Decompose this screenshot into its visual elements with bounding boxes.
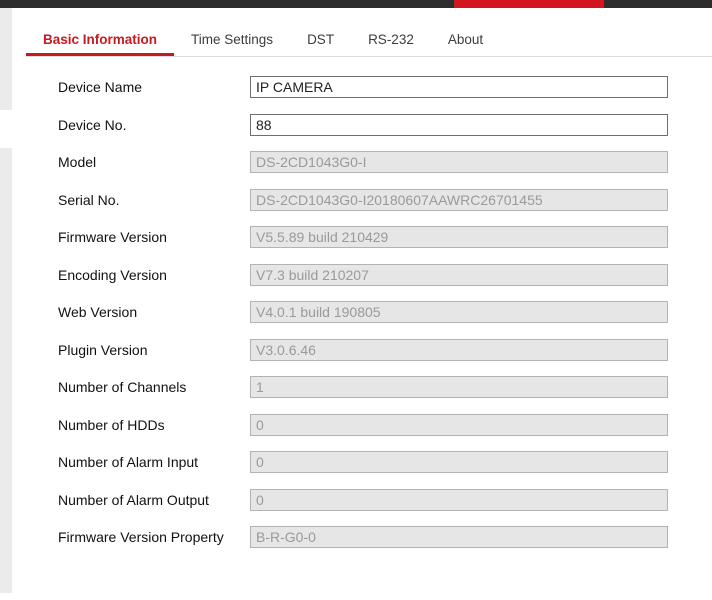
basic-information-form: Device Name Device No. Model Serial No. Firm… [0,76,712,564]
model-label: Model [58,154,97,170]
device-name-input[interactable] [250,76,668,98]
form-row-model: Model [0,151,712,173]
number-of-hdds-input [250,413,668,436]
model-input [250,151,668,173]
firmware-version-label: Firmware Version [58,229,167,245]
device-no-label: Device No. [58,116,127,133]
tab-time-settings[interactable]: Time Settings [174,24,290,56]
plugin-version-input [250,338,668,361]
form-row-device-no: Device No. [0,113,712,136]
firmware-version-input [250,226,668,248]
form-row-number-of-alarm-output: Number of Alarm Output [0,488,712,511]
top-bar [0,0,712,8]
serial-no-label: Serial No. [58,191,120,208]
form-row-firmware-version: Firmware Version [0,226,712,248]
tab-rs-232[interactable]: RS-232 [351,24,431,56]
number-of-channels-input [250,376,668,398]
serial-no-input [250,188,668,211]
web-version-label: Web Version [58,304,138,320]
number-of-alarm-input-input [250,451,668,473]
tab-about[interactable]: About [431,24,500,56]
tab-bar: Basic Information Time Settings DST RS-232 A… [26,24,712,57]
form-row-encoding-version: Encoding Version [0,263,712,286]
device-no-input[interactable] [250,113,668,136]
device-name-label: Device Name [58,79,143,95]
form-row-plugin-version: Plugin Version [0,338,712,361]
number-of-channels-label: Number of Channels [58,379,187,395]
web-version-input [250,301,668,323]
plugin-version-label: Plugin Version [58,341,148,358]
firmware-version-property-input [250,526,668,548]
form-row-number-of-channels: Number of Channels [0,376,712,398]
form-row-serial-no: Serial No. [0,188,712,211]
form-row-web-version: Web Version [0,301,712,323]
tab-basic-information[interactable]: Basic Information [26,24,175,56]
firmware-version-property-label: Firmware Version Property [58,529,224,545]
form-row-number-of-alarm-input: Number of Alarm Input [0,451,712,473]
number-of-alarm-input-label: Number of Alarm Input [58,454,199,470]
number-of-alarm-output-label: Number of Alarm Output [58,491,209,508]
tab-dst[interactable]: DST [290,24,351,56]
top-bar-accent [454,0,604,8]
form-row-device-name: Device Name [0,76,712,98]
encoding-version-input [250,263,668,286]
encoding-version-label: Encoding Version [58,266,167,283]
number-of-alarm-output-input [250,488,668,511]
number-of-hdds-label: Number of HDDs [58,416,165,433]
form-row-number-of-hdds: Number of HDDs [0,413,712,436]
form-row-firmware-version-property: Firmware Version Property [0,526,712,548]
